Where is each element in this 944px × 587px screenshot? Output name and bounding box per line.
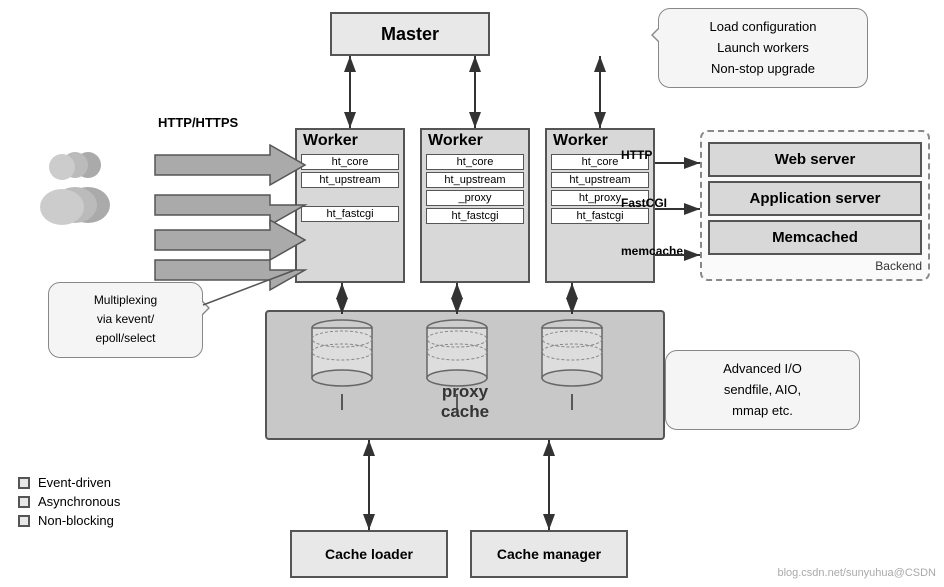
master-label: Master [381,24,439,45]
db-cylinder-2 [420,314,495,394]
legend-label-1: Event-driven [38,475,111,490]
worker1-label: Worker [297,130,403,152]
appserver-box: Application server [708,181,922,216]
callout-left-text: Multiplexingvia kevent/epoll/select [94,293,157,345]
cache-manager-label: Cache manager [497,546,601,562]
worker-box-1: Worker ht_core ht_upstream ht_fastcgi [295,128,405,283]
master-box: Master [330,12,490,56]
legend-item-event-driven: Event-driven [18,475,120,490]
legend-label-3: Non-blocking [38,513,114,528]
db-cylinder-3 [535,314,610,394]
worker2-label: Worker [422,130,528,152]
worker2-module4: ht_fastcgi [426,208,524,224]
cache-manager-box: Cache manager [470,530,628,578]
worker2-module1: ht_core [426,154,524,170]
legend-label-2: Asynchronous [38,494,120,509]
cache-loader-label: Cache loader [325,546,413,562]
fastcgi-label: FastCGI [621,196,667,210]
worker3-module2: ht_upstream [551,172,649,188]
diagram-container: Master Load configurationLaunch workersN… [0,0,944,587]
legend-square-3 [18,515,30,527]
legend-square-1 [18,477,30,489]
user-icon [38,145,113,225]
memcached-box: Memcached [708,220,922,255]
worker1-module1: ht_core [301,154,399,170]
callout-top: Load configurationLaunch workersNon-stop… [658,8,868,88]
worker2-module3: _proxy [426,190,524,206]
legend-item-asynchronous: Asynchronous [18,494,120,509]
legend-square-2 [18,496,30,508]
backend-label: Backend [708,259,922,273]
webserver-box: Web server [708,142,922,177]
worker2-module2: ht_upstream [426,172,524,188]
worker1-module3: ht_fastcgi [301,206,399,222]
callout-left: Multiplexingvia kevent/epoll/select [48,282,203,358]
memcache-label: memcache [621,244,683,258]
cache-loader-box: Cache loader [290,530,448,578]
worker-box-2: Worker ht_core ht_upstream _proxy ht_fas… [420,128,530,283]
callout-top-text: Load configurationLaunch workersNon-stop… [710,19,817,76]
worker1-module2: ht_upstream [301,172,399,188]
http-label: HTTP [621,148,652,162]
backend-container: Web server Application server Memcached … [700,130,930,281]
worker3-module4: ht_fastcgi [551,208,649,224]
watermark: blog.csdn.net/sunyuhua@CSDN [777,567,936,579]
http-https-label: HTTP/HTTPS [158,115,238,130]
legend-item-nonblocking: Non-blocking [18,513,120,528]
callout-bottom-text: Advanced I/Osendfile, AIO,mmap etc. [723,361,802,418]
legend: Event-driven Asynchronous Non-blocking [18,471,120,532]
db-cylinder-1 [305,314,380,394]
callout-bottom: Advanced I/Osendfile, AIO,mmap etc. [665,350,860,430]
